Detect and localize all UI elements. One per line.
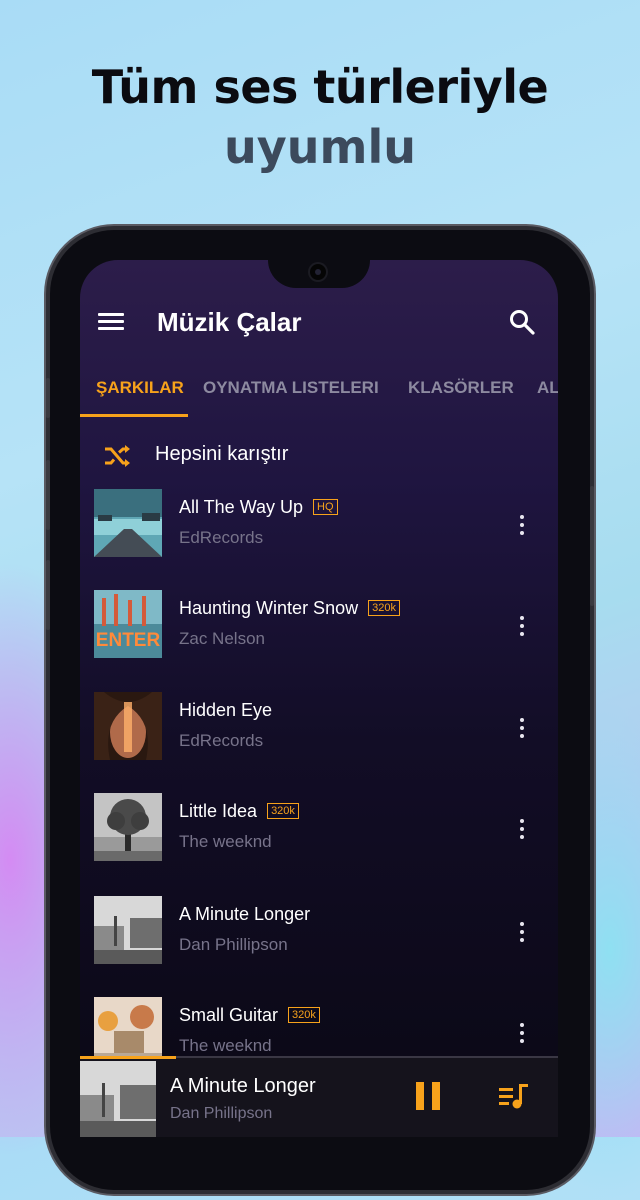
song-title: All The Way Up HQ bbox=[179, 497, 338, 518]
quality-badge: 320k bbox=[288, 1007, 320, 1023]
app-bar: Müzik Çalar bbox=[80, 300, 558, 344]
more-options-icon[interactable] bbox=[514, 922, 530, 950]
headline-line-2: uyumlu bbox=[224, 120, 416, 174]
mini-player[interactable]: A Minute Longer Dan Phillipson bbox=[80, 1056, 558, 1137]
tab-playlists[interactable]: OYNATMA LISTELERI bbox=[203, 378, 379, 398]
song-title: A Minute Longer bbox=[179, 904, 311, 924]
shuffle-icon bbox=[105, 445, 130, 467]
playlist-queue-icon[interactable] bbox=[499, 1082, 529, 1110]
album-cover bbox=[94, 692, 162, 760]
more-options-icon[interactable] bbox=[514, 515, 530, 543]
tab-folders[interactable]: KLASÖRLER bbox=[408, 378, 514, 398]
song-list-item[interactable]: All The Way Up HQ EdRecords bbox=[80, 489, 558, 561]
song-list-item[interactable]: A Minute Longer Dan Phillipson bbox=[80, 896, 558, 968]
song-artist: Dan Phillipson bbox=[179, 935, 288, 954]
app-title: Müzik Çalar bbox=[157, 307, 302, 337]
song-list-item[interactable]: Hidden Eye EdRecords bbox=[80, 692, 558, 764]
tab-albums[interactable]: AL bbox=[537, 378, 558, 398]
song-artist: EdRecords bbox=[179, 731, 264, 750]
search-icon[interactable] bbox=[508, 308, 536, 336]
front-camera bbox=[310, 264, 326, 280]
song-artist: The weeknd bbox=[179, 1036, 272, 1055]
song-title: Small Guitar 320k bbox=[179, 1005, 320, 1026]
shuffle-all-button[interactable]: Hepsini karıştır bbox=[80, 436, 558, 476]
album-cover bbox=[94, 793, 162, 861]
pause-icon[interactable] bbox=[416, 1082, 440, 1110]
now-playing-cover bbox=[80, 1061, 156, 1137]
song-title: Hidden Eye bbox=[179, 700, 273, 720]
song-title: Haunting Winter Snow 320k bbox=[179, 598, 400, 619]
more-options-icon[interactable] bbox=[514, 718, 530, 746]
song-artist: The weeknd bbox=[179, 832, 272, 851]
song-artist: EdRecords bbox=[179, 528, 264, 547]
active-tab-indicator bbox=[80, 414, 188, 417]
now-playing-artist: Dan Phillipson bbox=[170, 1105, 273, 1122]
song-title: Little Idea 320k bbox=[179, 801, 299, 822]
more-options-icon[interactable] bbox=[514, 1023, 530, 1051]
album-cover bbox=[94, 489, 162, 557]
app-screen: Müzik Çalar ŞARKILAR OYNATMA LISTELERI K… bbox=[80, 260, 558, 1137]
song-artist: Zac Nelson bbox=[179, 629, 265, 648]
hamburger-menu-icon[interactable] bbox=[98, 313, 124, 331]
shuffle-all-label: Hepsini karıştır bbox=[155, 443, 289, 465]
quality-badge: HQ bbox=[313, 499, 338, 515]
playback-progress-bar[interactable] bbox=[80, 1056, 176, 1059]
song-list-item[interactable]: ENTER Haunting Winter Snow 320k Zac Nelso… bbox=[80, 590, 558, 662]
phone-side-button bbox=[46, 560, 50, 630]
more-options-icon[interactable] bbox=[514, 819, 530, 847]
quality-badge: 320k bbox=[368, 600, 400, 616]
now-playing-title: A Minute Longer bbox=[170, 1075, 316, 1097]
phone-side-button bbox=[590, 486, 594, 606]
phone-side-button bbox=[46, 460, 50, 530]
tab-songs[interactable]: ŞARKILAR bbox=[96, 378, 184, 398]
phone-side-button bbox=[46, 378, 50, 418]
more-options-icon[interactable] bbox=[514, 616, 530, 644]
song-list-item[interactable]: Little Idea 320k The weeknd bbox=[80, 793, 558, 865]
album-cover: ENTER bbox=[94, 590, 162, 658]
headline-line-1: Tüm ses türleriyle bbox=[91, 60, 549, 114]
svg-text:ENTER: ENTER bbox=[96, 630, 161, 651]
album-cover bbox=[94, 896, 162, 964]
quality-badge: 320k bbox=[267, 803, 299, 819]
album-cover bbox=[94, 997, 162, 1065]
tab-bar: ŞARKILAR OYNATMA LISTELERI KLASÖRLER AL bbox=[80, 372, 558, 418]
